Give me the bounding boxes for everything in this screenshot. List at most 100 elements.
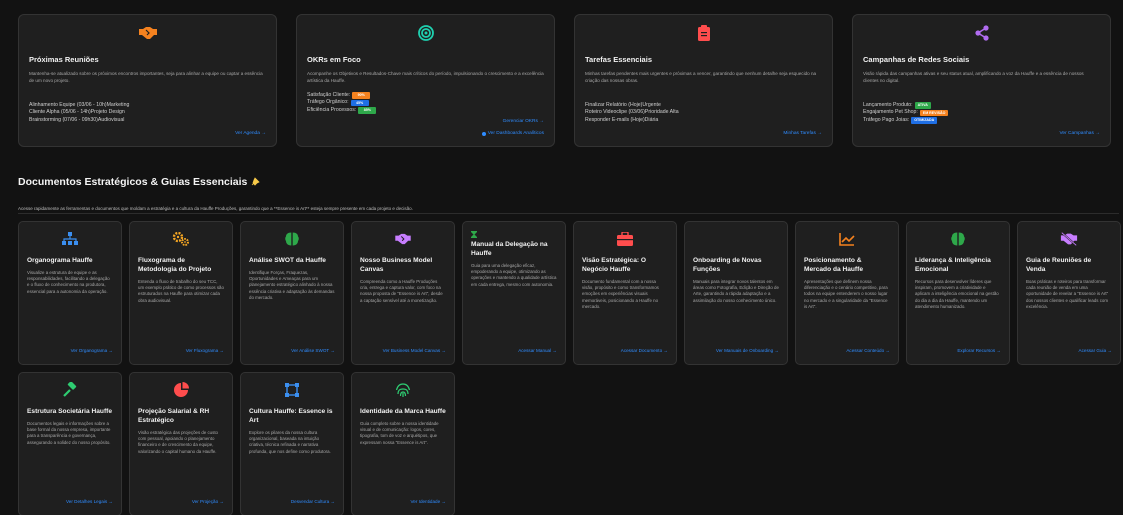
doc-link[interactable]: Acessar Conteúdo → <box>846 348 890 353</box>
doc-link[interactable]: Desvendar Cultura → <box>291 499 335 504</box>
share-icon <box>863 23 1100 43</box>
card-title: Tarefas Essenciais <box>585 55 652 64</box>
brain-icon <box>249 230 335 248</box>
card-tarefas-essenciais: Tarefas Essenciais Minhas tarefas penden… <box>574 14 833 147</box>
okr-label: Tráfego Orgânico: <box>307 99 349 106</box>
doc-description: Guia completo sobre a nossa identidade v… <box>360 421 439 445</box>
doc-card-lideranca[interactable]: Liderança & Inteligência Emocional Recur… <box>906 221 1010 365</box>
okr-item: Tráfego Orgânico: 45% <box>307 99 544 107</box>
campaign-item: Engajamento Pet Shop: EM REVISÃO <box>863 109 1100 117</box>
campaign-list: Lançamento Produto: ATIVA Engajamento Pet… <box>863 102 1100 124</box>
card-description: Mantenha-se atualizado sobre os próximos… <box>29 71 263 83</box>
doc-title: Guia de Reuniões de Venda <box>1026 257 1092 273</box>
okr-item: Satisfação Cliente: 90% <box>307 92 544 99</box>
doc-card-organograma[interactable]: Organograma Hauffe Visualize a estrutura… <box>18 221 122 365</box>
doc-card-reunioes-venda[interactable]: Guia de Reuniões de Venda Boas práticas … <box>1017 221 1121 365</box>
doc-description: Recursos para desenvolver líderes que in… <box>915 279 999 309</box>
doc-card-identidade-marca[interactable]: Identidade da Marca Hauffe Guia completo… <box>351 372 455 515</box>
doc-card-onboarding[interactable]: Onboarding de Novas Funções Manuais para… <box>684 221 788 365</box>
doc-link[interactable]: Ver Identidade → <box>411 499 447 504</box>
doc-link[interactable]: Ver Detalhes Legais → <box>66 499 113 504</box>
doc-title: Organograma Hauffe <box>27 257 93 264</box>
doc-link[interactable]: Ver Business Model Canvas → <box>383 348 446 353</box>
doc-link[interactable]: Explorar Recursos → <box>957 348 1001 353</box>
doc-description: Explore os pilares da nossa cultura orga… <box>249 430 331 454</box>
doc-link[interactable]: Ver Manuais de Onboarding → <box>716 348 779 353</box>
doc-description: Compreenda como a Hauffe Produções cria,… <box>360 279 443 303</box>
ver-campanhas-link[interactable]: Ver Campanhas → <box>1059 131 1100 136</box>
section-description: Acesse rapidamente as ferramentas e docu… <box>18 206 413 211</box>
doc-title: Onboarding de Novas Funções <box>693 257 762 273</box>
doc-card-swot[interactable]: Análise SWOT da Hauffe Identifique Força… <box>240 221 344 365</box>
doc-description: Visualize a estrutura de equipe e as res… <box>27 270 110 294</box>
campaign-status-badge: OTIMIZADA <box>911 117 938 124</box>
doc-description: Documento fundamental com a nossa visão,… <box>582 279 659 309</box>
doc-link[interactable]: Ver Projeção → <box>192 499 224 504</box>
doc-description: Identifique Forças, Fraquezas, Oportunid… <box>249 270 335 300</box>
handshake-slash-icon <box>1026 230 1112 248</box>
doc-link[interactable]: Acessar Guia → <box>1079 348 1112 353</box>
campaign-item: Lançamento Produto: ATIVA <box>863 102 1100 109</box>
divider <box>18 213 1119 214</box>
pie-chart-icon <box>138 381 224 399</box>
target-icon <box>307 23 544 43</box>
doc-link[interactable]: Ver Organograma → <box>71 348 113 353</box>
doc-title: Manual da Delegação na Hauffe <box>471 241 548 257</box>
task-list: Finalizar Relatório (Hoje)Urgente Roteir… <box>585 102 822 124</box>
okr-item: Eficiência Processos: 85% <box>307 107 544 114</box>
card-title: Campanhas de Redes Sociais <box>863 55 970 64</box>
hourglass-icon <box>471 230 557 238</box>
card-description: Visão rápida das campanhas ativas e seu … <box>863 71 1084 83</box>
doc-title: Visão Estratégica: O Negócio Hauffe <box>582 257 647 273</box>
gears-icon <box>138 230 224 248</box>
trend-chart-icon <box>804 230 890 248</box>
doc-title: Posicionamento & Mercado da Hauffe <box>804 257 863 273</box>
doc-title: Estrutura Societária Hauffe <box>27 408 113 415</box>
doc-card-projecao-salarial[interactable]: Projeção Salarial & RH Estratégico Visão… <box>129 372 233 515</box>
campaign-item: Tráfego Pago Joias: OTIMIZADA <box>863 117 1100 124</box>
doc-link[interactable]: Ver Fluxograma → <box>186 348 224 353</box>
meeting-list: Alinhamento Equipe (03/06 - 10h)Marketin… <box>29 102 266 124</box>
doc-title: Liderança & Inteligência Emocional <box>915 257 991 273</box>
doc-description: Manuais para integrar novos talentos em … <box>693 279 779 303</box>
handshake-icon <box>360 230 446 248</box>
briefcase-icon <box>582 230 668 248</box>
doc-title: Projeção Salarial & RH Estratégico <box>138 408 210 424</box>
doc-title: Nosso Business Model Canvas <box>360 257 433 273</box>
doc-description: Entenda o fluxo de trabalho do seu TCC, … <box>138 279 224 303</box>
card-title: Próximas Reuniões <box>29 55 99 64</box>
clipboard-icon <box>585 23 822 43</box>
doc-card-business-model[interactable]: Nosso Business Model Canvas Compreenda c… <box>351 221 455 365</box>
doc-card-posicionamento[interactable]: Posicionamento & Mercado da Hauffe Apres… <box>795 221 899 365</box>
gerenciar-okrs-link[interactable]: Gerenciar OKRs → <box>503 119 544 124</box>
doc-card-fluxograma[interactable]: Fluxograma de Metodologia do Projeto Ent… <box>129 221 233 365</box>
doc-card-visao-estrategica[interactable]: Visão Estratégica: O Negócio Hauffe Docu… <box>573 221 677 365</box>
fingerprint-icon <box>360 381 446 399</box>
minhas-tarefas-link[interactable]: Minhas Tarefas → <box>783 131 822 136</box>
campaign-status-badge: ATIVA <box>914 102 931 109</box>
doc-card-manual-delegacao[interactable]: Manual da Delegação na Hauffe Guia para … <box>462 221 566 365</box>
dashboards-link[interactable]: Ver Dashboards Analíticos <box>481 131 544 136</box>
pin-icon <box>250 177 261 187</box>
doc-card-estrutura-societaria[interactable]: Estrutura Societária Hauffe Documentos l… <box>18 372 122 515</box>
doc-link[interactable]: Acessar Manual → <box>518 348 557 353</box>
doc-link[interactable]: Ver Análise SWOT → <box>291 348 335 353</box>
okr-progress-badge: 90% <box>352 92 371 99</box>
task-item: Finalizar Relatório (Hoje)Urgente <box>585 102 661 108</box>
okr-list: Satisfação Cliente: 90% Tráfego Orgânico:… <box>307 92 544 114</box>
card-proximas-reunioes: Próximas Reuniões Mantenha-se atualizado… <box>18 14 277 147</box>
okr-label: Satisfação Cliente: <box>307 92 351 98</box>
card-okrs-em-foco: OKRs em Foco Acompanhe os Objetivos e Re… <box>296 14 555 147</box>
doc-title: Fluxograma de Metodologia do Projeto <box>138 257 212 273</box>
doc-link[interactable]: Acessar Documento → <box>621 348 668 353</box>
chart-icon <box>481 131 486 136</box>
doc-card-cultura[interactable]: Cultura Hauffe: Essence is Art Explore o… <box>240 372 344 515</box>
doc-title: Análise SWOT da Hauffe <box>249 257 326 264</box>
doc-description: Boas práticas e roteiros para transforma… <box>1026 279 1109 309</box>
blank-icon <box>693 230 779 248</box>
gavel-icon <box>27 381 113 399</box>
okr-progress-badge: 85% <box>358 107 377 114</box>
task-item: Responder E-mails (Hoje)Diária <box>585 116 659 123</box>
doc-description: Apresentações que definem nossa diferenc… <box>804 279 888 309</box>
ver-agenda-link[interactable]: Ver Agenda → <box>235 131 266 136</box>
